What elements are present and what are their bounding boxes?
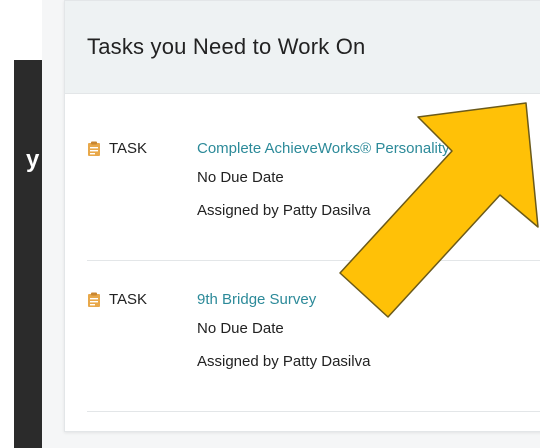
panel-header: Tasks you Need to Work On <box>65 1 540 94</box>
clipboard-icon <box>88 292 100 307</box>
dark-side-panel <box>14 60 42 448</box>
task-type: TASK <box>87 291 147 308</box>
annotation-arrow <box>339 102 539 318</box>
task-type: TASK <box>87 140 147 157</box>
left-edge <box>0 60 14 448</box>
task-type-label: TASK <box>109 140 148 157</box>
task-type-label: TASK <box>109 291 148 308</box>
background-fragment-text: y <box>26 146 40 173</box>
panel-title: Tasks you Need to Work On <box>87 34 366 59</box>
task-assigned-by: Assigned by Patty Dasilva <box>197 353 371 370</box>
clipboard-icon <box>88 141 100 156</box>
